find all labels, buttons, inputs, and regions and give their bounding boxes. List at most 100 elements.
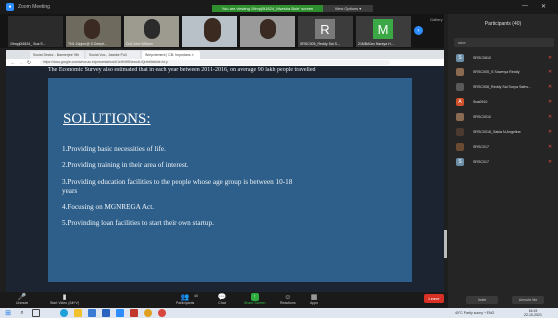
task-view-icon[interactable] bbox=[32, 309, 40, 317]
gallery-view-button[interactable]: Gallery bbox=[430, 17, 443, 22]
reactions-button[interactable]: ☺ Reactions bbox=[280, 293, 296, 306]
participant-search-input[interactable]: sme bbox=[454, 38, 554, 47]
person-video bbox=[84, 19, 100, 39]
app-title: Zoom Meeting bbox=[18, 4, 50, 10]
participant-row[interactable]: S SRSC017 ✕ bbox=[456, 157, 556, 167]
slide-point: 2.Providing training in their area of in… bbox=[62, 161, 189, 169]
mic-muted-icon: ✕ bbox=[548, 129, 553, 135]
participant-name: SRSC005_S Sowmya Reddy bbox=[473, 70, 520, 74]
participant-row[interactable]: SRSC008_Reddy Sai Surya Sathv... ✕ bbox=[456, 82, 556, 92]
participants-count: 40 bbox=[194, 294, 198, 298]
view-options-button[interactable]: View Options ▾ bbox=[323, 5, 373, 12]
participant-row[interactable]: S SRSC0810 ✕ bbox=[456, 53, 556, 63]
participant-name: SRSC008_Reddy Sai Surya Sathv... bbox=[473, 85, 531, 89]
share-screen-label: Share Screen bbox=[244, 301, 266, 305]
close-window-button[interactable]: ✕ bbox=[541, 3, 546, 10]
slide-point: 1.Providing basic necessities of life. bbox=[62, 145, 166, 153]
app-icon[interactable] bbox=[130, 309, 138, 317]
participant-name: Sna0910 bbox=[473, 100, 488, 104]
slide-title: SOLUTIONS: bbox=[63, 111, 151, 127]
video-off-icon: ▮ bbox=[62, 294, 67, 301]
scrollbar-thumb[interactable] bbox=[444, 230, 447, 258]
chrome-icon[interactable] bbox=[144, 309, 152, 317]
windows-start-icon[interactable]: ⊞ bbox=[4, 309, 12, 317]
mic-muted-icon: ✕ bbox=[548, 55, 553, 61]
reactions-icon: ☺ bbox=[284, 293, 292, 301]
participant-row[interactable]: SRSC0018_Sakia N.Angelina ✕ bbox=[456, 127, 556, 137]
chrome-icon[interactable] bbox=[158, 309, 166, 317]
participant-name: DrA John William bbox=[126, 42, 153, 46]
start-video-label: Start Video (Alt+V) bbox=[50, 301, 80, 305]
back-icon[interactable]: ← bbox=[10, 59, 16, 66]
person-video bbox=[144, 19, 160, 39]
avatar bbox=[456, 113, 464, 121]
apps-icon: ▦ bbox=[310, 294, 318, 301]
next-page-icon[interactable]: › bbox=[414, 26, 423, 35]
browser-tab[interactable]: Social Sector - Bannerjee 'Mh bbox=[30, 51, 84, 59]
clock-date: 22-10-2021 bbox=[524, 313, 542, 317]
apps-label: Apps bbox=[310, 301, 318, 305]
zoom-taskbar-icon[interactable] bbox=[116, 309, 124, 317]
video-tile[interactable]: DrA John William bbox=[124, 16, 179, 47]
browser-tab-bar: Social Sector - Bannerjee 'Mh Social Voc… bbox=[6, 50, 444, 59]
system-tray: 40°C Partly sunny ^ ENG bbox=[455, 311, 495, 315]
forward-icon[interactable]: → bbox=[18, 59, 24, 66]
microphone-muted-icon: 🎤 bbox=[17, 294, 27, 301]
start-video-button[interactable]: ▮ Start Video (Alt+V) bbox=[50, 293, 79, 305]
reload-icon[interactable]: ↻ bbox=[26, 59, 32, 66]
mic-muted-icon: ✕ bbox=[548, 159, 553, 165]
slide-point: years bbox=[62, 187, 78, 195]
unmute-label: Unmute bbox=[16, 301, 29, 305]
file-explorer-icon[interactable] bbox=[74, 309, 82, 317]
participant-name: SRSC017 bbox=[473, 145, 489, 149]
person-video bbox=[260, 19, 276, 39]
browser-tab[interactable]: Wmpvlement | CB: Importans × bbox=[142, 51, 200, 59]
video-tile[interactable]: R SRSC005_Reddy Sai S... bbox=[298, 16, 353, 47]
sharing-banner: You are viewing 19mpj0t1824_Mwrsha Bole'… bbox=[212, 5, 323, 12]
participant-name: SRSC0018_Sakia N.Angelina bbox=[473, 130, 521, 134]
unmute-me-button[interactable]: Unmute Me bbox=[512, 296, 544, 304]
store-icon[interactable] bbox=[88, 309, 96, 317]
participant-name: SRSC0010 bbox=[473, 115, 491, 119]
video-tile[interactable]: TN1.19pjeu@ S Deepti... bbox=[66, 16, 121, 47]
invite-button[interactable]: Invite bbox=[466, 296, 498, 304]
unmute-button[interactable]: 🎤 Unmute bbox=[16, 293, 28, 305]
chat-icon: 💬 bbox=[217, 294, 227, 301]
participant-row[interactable]: SRSC0010 ✕ bbox=[456, 112, 556, 122]
avatar-letter: R bbox=[315, 19, 335, 39]
chat-label: Chat bbox=[218, 301, 226, 305]
clock: 16:19 22-10-2021 bbox=[524, 309, 542, 317]
url-input[interactable]: https://docs.google.com/a/ncs.ac.in/pres… bbox=[40, 60, 390, 65]
participants-icon: 👥 bbox=[180, 294, 190, 301]
mic-muted-icon: ✕ bbox=[548, 114, 553, 120]
slide-point: 3.Providing education facilities to the … bbox=[62, 178, 293, 186]
participant-row[interactable]: A Sna0910 ✕ bbox=[456, 97, 556, 107]
zoom-logo-icon: ● bbox=[6, 3, 14, 11]
video-tile[interactable] bbox=[182, 16, 237, 47]
previous-slide-text: The Economic Survey also estimated that … bbox=[48, 67, 316, 73]
participant-row[interactable]: SRSC005_S Sowmya Reddy ✕ bbox=[456, 67, 556, 77]
panel-title: Participants (40) bbox=[484, 21, 522, 27]
person-video bbox=[204, 18, 221, 42]
share-screen-button[interactable]: ↑ Share Screen bbox=[244, 293, 265, 305]
chat-button[interactable]: 💬 Chat bbox=[217, 293, 227, 305]
browser-tab[interactable]: Social Voc., Jaanke Pu3 bbox=[86, 51, 140, 59]
video-tile[interactable]: 19mpj0t1824_ Sua S... bbox=[8, 16, 63, 47]
search-icon[interactable]: ⌕ bbox=[18, 309, 26, 317]
participants-button[interactable]: 👥 Participants bbox=[176, 293, 194, 305]
video-tile[interactable]: M 21MBA0xx Naraya H... bbox=[356, 16, 411, 47]
mic-muted-icon: ✕ bbox=[548, 84, 553, 90]
video-tile[interactable] bbox=[240, 16, 295, 47]
participant-name: 19mpj0t1824_ Sua S... bbox=[10, 42, 46, 46]
avatar: S bbox=[456, 158, 464, 166]
minimize-button[interactable]: — bbox=[522, 3, 528, 9]
avatar bbox=[456, 143, 464, 151]
participant-row[interactable]: SRSC017 ✕ bbox=[456, 142, 556, 152]
leave-button[interactable]: Leave bbox=[424, 294, 444, 303]
slide-point: 5.Provinding loan facilities to start th… bbox=[62, 219, 214, 227]
avatar bbox=[456, 83, 464, 91]
mail-icon[interactable] bbox=[102, 309, 110, 317]
apps-button[interactable]: ▦ Apps bbox=[310, 293, 318, 305]
edge-browser-icon[interactable] bbox=[60, 309, 68, 317]
participants-label: Participants bbox=[176, 301, 195, 305]
